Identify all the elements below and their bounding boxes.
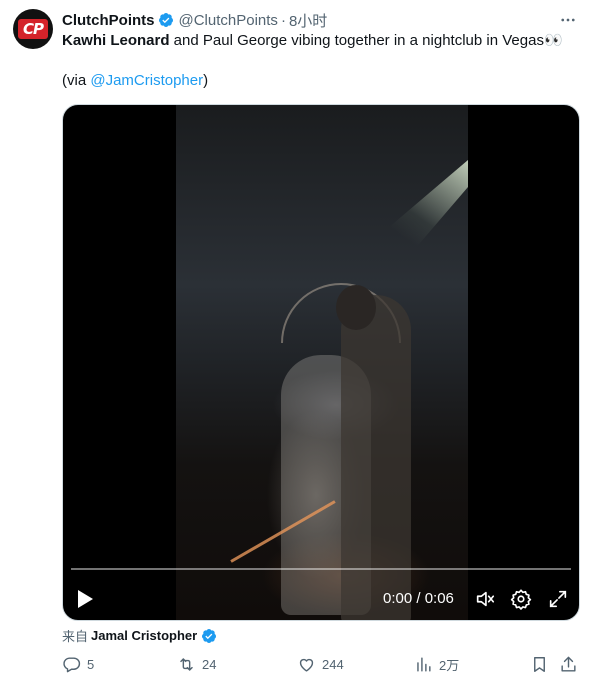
views-icon <box>417 657 431 672</box>
clutchpoints-logo: CP <box>18 19 48 39</box>
via-handle-link[interactable]: @JamCristopher <box>90 72 203 89</box>
timestamp[interactable]: 8小时 <box>289 10 327 31</box>
mute-icon[interactable] <box>474 588 496 610</box>
person-head <box>336 285 376 330</box>
like-count: 244 <box>322 657 344 672</box>
video-timecode: 0:00 / 0:06 <box>383 590 454 607</box>
video-progress-bar[interactable] <box>71 568 571 570</box>
video-source: 来自 Jamal Cristopher <box>62 626 222 645</box>
via-suffix: ) <box>203 72 209 89</box>
verified-badge-icon <box>158 13 173 27</box>
tweet-text-bold[interactable]: Kawhi Leonard <box>62 32 170 49</box>
like-button[interactable]: 244 <box>297 655 344 674</box>
more-icon[interactable] <box>558 10 578 30</box>
fullscreen-icon[interactable] <box>547 588 569 610</box>
play-icon[interactable] <box>75 587 95 611</box>
video-player[interactable]: 0:00 / 0:06 <box>62 104 580 621</box>
tweet-text: Kawhi Leonard and Paul George vibing tog… <box>62 31 563 51</box>
separator: · <box>280 11 286 29</box>
author-handle[interactable]: @ClutchPoints <box>179 12 278 29</box>
eyes-emoji: 👀 <box>543 32 563 49</box>
bookmark-icon <box>534 657 545 672</box>
view-count: 2万 <box>439 658 460 673</box>
bookmark-button[interactable] <box>530 655 555 674</box>
tweet-text-rest: and Paul George vibing together in a nig… <box>169 32 544 49</box>
retweet-button[interactable]: 24 <box>177 655 216 674</box>
share-button[interactable] <box>559 655 584 674</box>
retweet-icon <box>180 658 193 671</box>
like-icon <box>299 658 314 672</box>
via-prefix: (via <box>62 72 91 89</box>
reply-count: 5 <box>87 657 95 672</box>
verified-badge-icon <box>202 628 217 643</box>
via-line: (via @JamCristopher) <box>62 71 208 91</box>
video-frame <box>176 105 468 620</box>
views-button[interactable]: 2万 <box>414 655 459 674</box>
reply-icon <box>63 657 81 673</box>
spotlight-beam <box>378 160 468 250</box>
avatar[interactable]: CP <box>13 9 53 49</box>
source-from-label: 来自 <box>62 629 89 644</box>
retweet-count: 24 <box>202 657 217 672</box>
person-figure <box>341 295 411 620</box>
author-name[interactable]: ClutchPoints <box>62 12 155 29</box>
source-author[interactable]: Jamal Cristopher <box>91 628 197 643</box>
settings-icon[interactable] <box>510 588 532 610</box>
tweet-header: ClutchPoints @ClutchPoints · 8小时 <box>62 9 327 31</box>
reply-button[interactable]: 5 <box>62 655 94 674</box>
share-icon <box>561 656 576 672</box>
tweet-actions: 5 24 244 2万 <box>62 655 582 677</box>
